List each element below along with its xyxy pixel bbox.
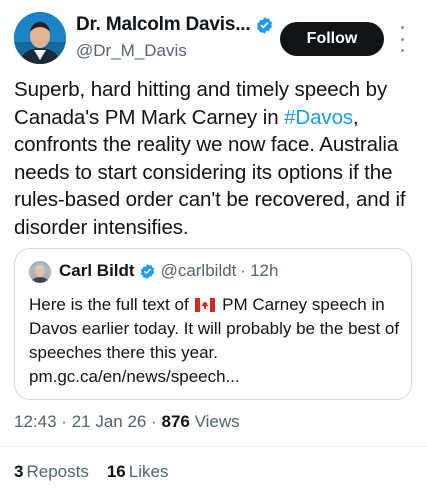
quote-author-handle[interactable]: @carlbildt — [161, 261, 237, 281]
hashtag-link[interactable]: #Davos — [284, 106, 353, 129]
likes-label: Likes — [128, 462, 169, 481]
tweet-time[interactable]: 12:43 — [14, 412, 57, 431]
reposts-label: Reposts — [26, 462, 89, 481]
more-dots-icon[interactable] — [396, 26, 408, 52]
separator-dot: · — [240, 261, 247, 280]
views-label: Views — [194, 412, 240, 431]
reposts-stat[interactable]: 3 Reposts — [14, 462, 89, 482]
quote-author-name[interactable]: Carl Bildt — [59, 261, 135, 281]
quoted-tweet[interactable]: Carl Bildt @carlbildt · 12h Here is the … — [14, 248, 412, 400]
quote-text-before: Here is the full text of — [29, 295, 189, 314]
tweet-header: Dr. Malcolm Davis... @Dr_M_Davis Follow — [0, 0, 427, 80]
author-handle[interactable]: @Dr_M_Davis — [76, 41, 187, 61]
separator-dot: · — [151, 412, 157, 431]
likes-count: 16 — [106, 462, 126, 481]
views-count: 876 — [161, 412, 190, 431]
separator-dot: · — [61, 412, 67, 431]
more-dot — [400, 49, 404, 52]
verified-badge-icon — [257, 16, 273, 34]
follow-button[interactable]: Follow — [280, 22, 384, 56]
tweet-date[interactable]: 21 Jan 26 — [72, 412, 147, 431]
author-name-row: Dr. Malcolm Davis... — [76, 14, 274, 36]
reposts-count: 3 — [14, 462, 24, 481]
author-avatar[interactable] — [14, 12, 66, 64]
likes-stat[interactable]: 16 Likes — [107, 462, 169, 482]
divider — [0, 446, 427, 447]
tweet-meta: 12:43 · 21 Jan 26 · 876 Views — [14, 412, 240, 432]
quote-timestamp[interactable]: 12h — [250, 261, 278, 281]
quote-header: Carl Bildt @carlbildt · 12h — [59, 261, 278, 281]
canada-flag-icon — [195, 298, 216, 312]
more-dot — [400, 37, 404, 41]
quote-author-avatar[interactable] — [29, 261, 51, 283]
author-display-name[interactable]: Dr. Malcolm Davis... — [76, 14, 251, 36]
verified-badge-icon — [140, 263, 154, 279]
more-dot — [400, 26, 404, 29]
tweet-text: Superb, hard hitting and timely speech b… — [14, 76, 414, 241]
quote-text: Here is the full text of PM Carney speec… — [29, 293, 404, 389]
engagement-stats: 3 Reposts 16 Likes — [14, 462, 186, 482]
